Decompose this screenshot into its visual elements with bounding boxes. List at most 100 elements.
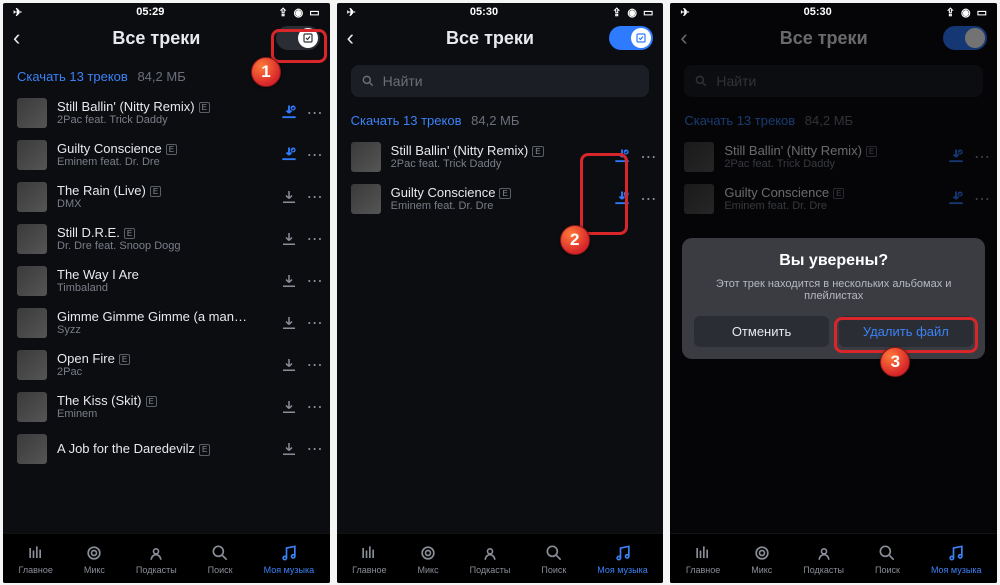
dialog-body: Этот трек находится в нескольких альбома… [694,278,973,302]
download-icon[interactable] [278,396,300,418]
back-button: ‹ [680,25,704,51]
album-art [17,392,47,422]
download-icon[interactable] [278,312,300,334]
track-row[interactable]: Still Ballin' (Nitty Remix)E2Pac feat. T… [17,92,324,134]
album-art [684,142,714,172]
track-artist: Syzz [57,324,268,337]
download-icon[interactable] [945,188,967,210]
download-icon[interactable] [278,270,300,292]
nav-bars[interactable]: Главное [686,543,720,575]
explicit-badge: E [866,146,877,158]
explicit-badge: E [150,186,161,198]
album-art [351,184,381,214]
track-row[interactable]: Open FireE2Pac⋯ [17,344,324,386]
nav-mix[interactable]: Микс [751,543,772,575]
track-name: Gimme Gimme Gimme (a man… [57,309,268,325]
more-icon[interactable]: ⋯ [973,189,991,209]
status-bar: ✈ 05:30 ⇪◉▭ [670,3,997,21]
track-artist: 2Pac feat. Trick Daddy [57,114,268,127]
nav-mix[interactable]: Микс [418,543,439,575]
download-icon[interactable] [278,438,300,460]
explicit-badge: E [199,102,210,114]
cancel-button[interactable]: Отменить [694,316,828,347]
more-icon[interactable]: ⋯ [639,147,657,167]
nav-search[interactable]: Поиск [541,543,566,575]
nav-search[interactable]: Поиск [875,543,900,575]
annotation-badge-1: 1 [251,57,281,87]
more-icon[interactable]: ⋯ [306,187,324,207]
explicit-badge: E [199,444,210,456]
track-list: Still Ballin' (Nitty Remix)E2Pac feat. T… [337,136,664,220]
track-artist: 2Pac feat. Trick Daddy [391,158,602,171]
download-all-row[interactable]: Скачать 13 треков 84,2 МБ [3,59,330,92]
header: ‹ Все треки [3,21,330,59]
delete-file-button[interactable]: Удалить файл [839,316,973,347]
more-icon[interactable]: ⋯ [306,313,324,333]
track-row[interactable]: A Job for the DaredevilzE ⋯ [17,428,324,470]
nav-podcast[interactable]: Подкасты [470,543,511,575]
search-input[interactable]: Найти [351,65,650,97]
downloaded-toggle[interactable] [609,26,653,50]
album-art [17,266,47,296]
track-row[interactable]: Still Ballin' (Nitty Remix)E2Pac feat. T… [684,136,991,178]
nav-bars[interactable]: Главное [352,543,386,575]
track-row[interactable]: Still D.R.E.EDr. Dre feat. Snoop Dogg⋯ [17,218,324,260]
back-button[interactable]: ‹ [13,25,37,51]
nav-search[interactable]: Поиск [208,543,233,575]
explicit-badge: E [119,354,130,366]
track-row[interactable]: Guilty ConscienceEEminem feat. Dr. Dre⋯ [351,178,658,220]
status-time: 05:29 [22,6,278,18]
nav-podcast[interactable]: Подкасты [136,543,177,575]
track-artist: Eminem feat. Dr. Dre [724,200,935,213]
more-icon[interactable]: ⋯ [306,271,324,291]
track-row[interactable]: Still Ballin' (Nitty Remix)E2Pac feat. T… [351,136,658,178]
search-input: Найти [684,65,983,97]
nav-mix[interactable]: Микс [84,543,105,575]
explicit-badge: E [146,396,157,408]
explicit-badge: E [833,188,844,200]
track-row[interactable]: The Way I AreTimbaland⋯ [17,260,324,302]
bottom-nav: Главное Микс Подкасты Поиск Моя музыка [670,533,997,583]
annotation-badge-3: 3 [880,347,910,377]
nav-music[interactable]: Моя музыка [264,543,315,575]
more-icon[interactable]: ⋯ [306,103,324,123]
download-icon[interactable] [278,186,300,208]
album-art [17,308,47,338]
status-bar: ✈ 05:30 ⇪◉▭ [337,3,664,21]
download-icon[interactable] [278,354,300,376]
downloaded-toggle[interactable] [276,26,320,50]
download-icon[interactable] [278,144,300,166]
more-icon[interactable]: ⋯ [973,147,991,167]
download-icon[interactable] [278,228,300,250]
more-icon[interactable]: ⋯ [306,145,324,165]
download-icon[interactable] [945,146,967,168]
more-icon[interactable]: ⋯ [306,439,324,459]
back-button[interactable]: ‹ [347,25,371,51]
track-name: Still Ballin' (Nitty Remix)E [724,143,935,159]
download-icon[interactable] [611,146,633,168]
download-all-row[interactable]: Скачать 13 треков 84,2 МБ [337,103,664,136]
album-art [17,434,47,464]
track-row[interactable]: The Rain (Live)EDMX⋯ [17,176,324,218]
track-row[interactable]: Guilty ConscienceEEminem feat. Dr. Dre⋯ [684,178,991,220]
more-icon[interactable]: ⋯ [306,229,324,249]
track-artist: DMX [57,198,268,211]
explicit-badge: E [166,144,177,156]
more-icon[interactable]: ⋯ [306,397,324,417]
album-art [17,350,47,380]
more-icon[interactable]: ⋯ [306,355,324,375]
download-icon[interactable] [611,188,633,210]
track-row[interactable]: The Kiss (Skit)EEminem⋯ [17,386,324,428]
nav-music[interactable]: Моя музыка [597,543,648,575]
nav-podcast[interactable]: Подкасты [803,543,844,575]
more-icon[interactable]: ⋯ [639,189,657,209]
download-icon[interactable] [278,102,300,124]
track-artist: Dr. Dre feat. Snoop Dogg [57,240,268,253]
track-name: The Way I Are [57,267,268,283]
track-row[interactable]: Gimme Gimme Gimme (a man…Syzz ⋯ [17,302,324,344]
nav-bars[interactable]: Главное [18,543,52,575]
track-row[interactable]: Guilty ConscienceEEminem feat. Dr. Dre⋯ [17,134,324,176]
nav-music[interactable]: Моя музыка [931,543,982,575]
download-all-link[interactable]: Скачать 13 треков [17,69,128,84]
track-name: A Job for the DaredevilzE [57,441,268,457]
